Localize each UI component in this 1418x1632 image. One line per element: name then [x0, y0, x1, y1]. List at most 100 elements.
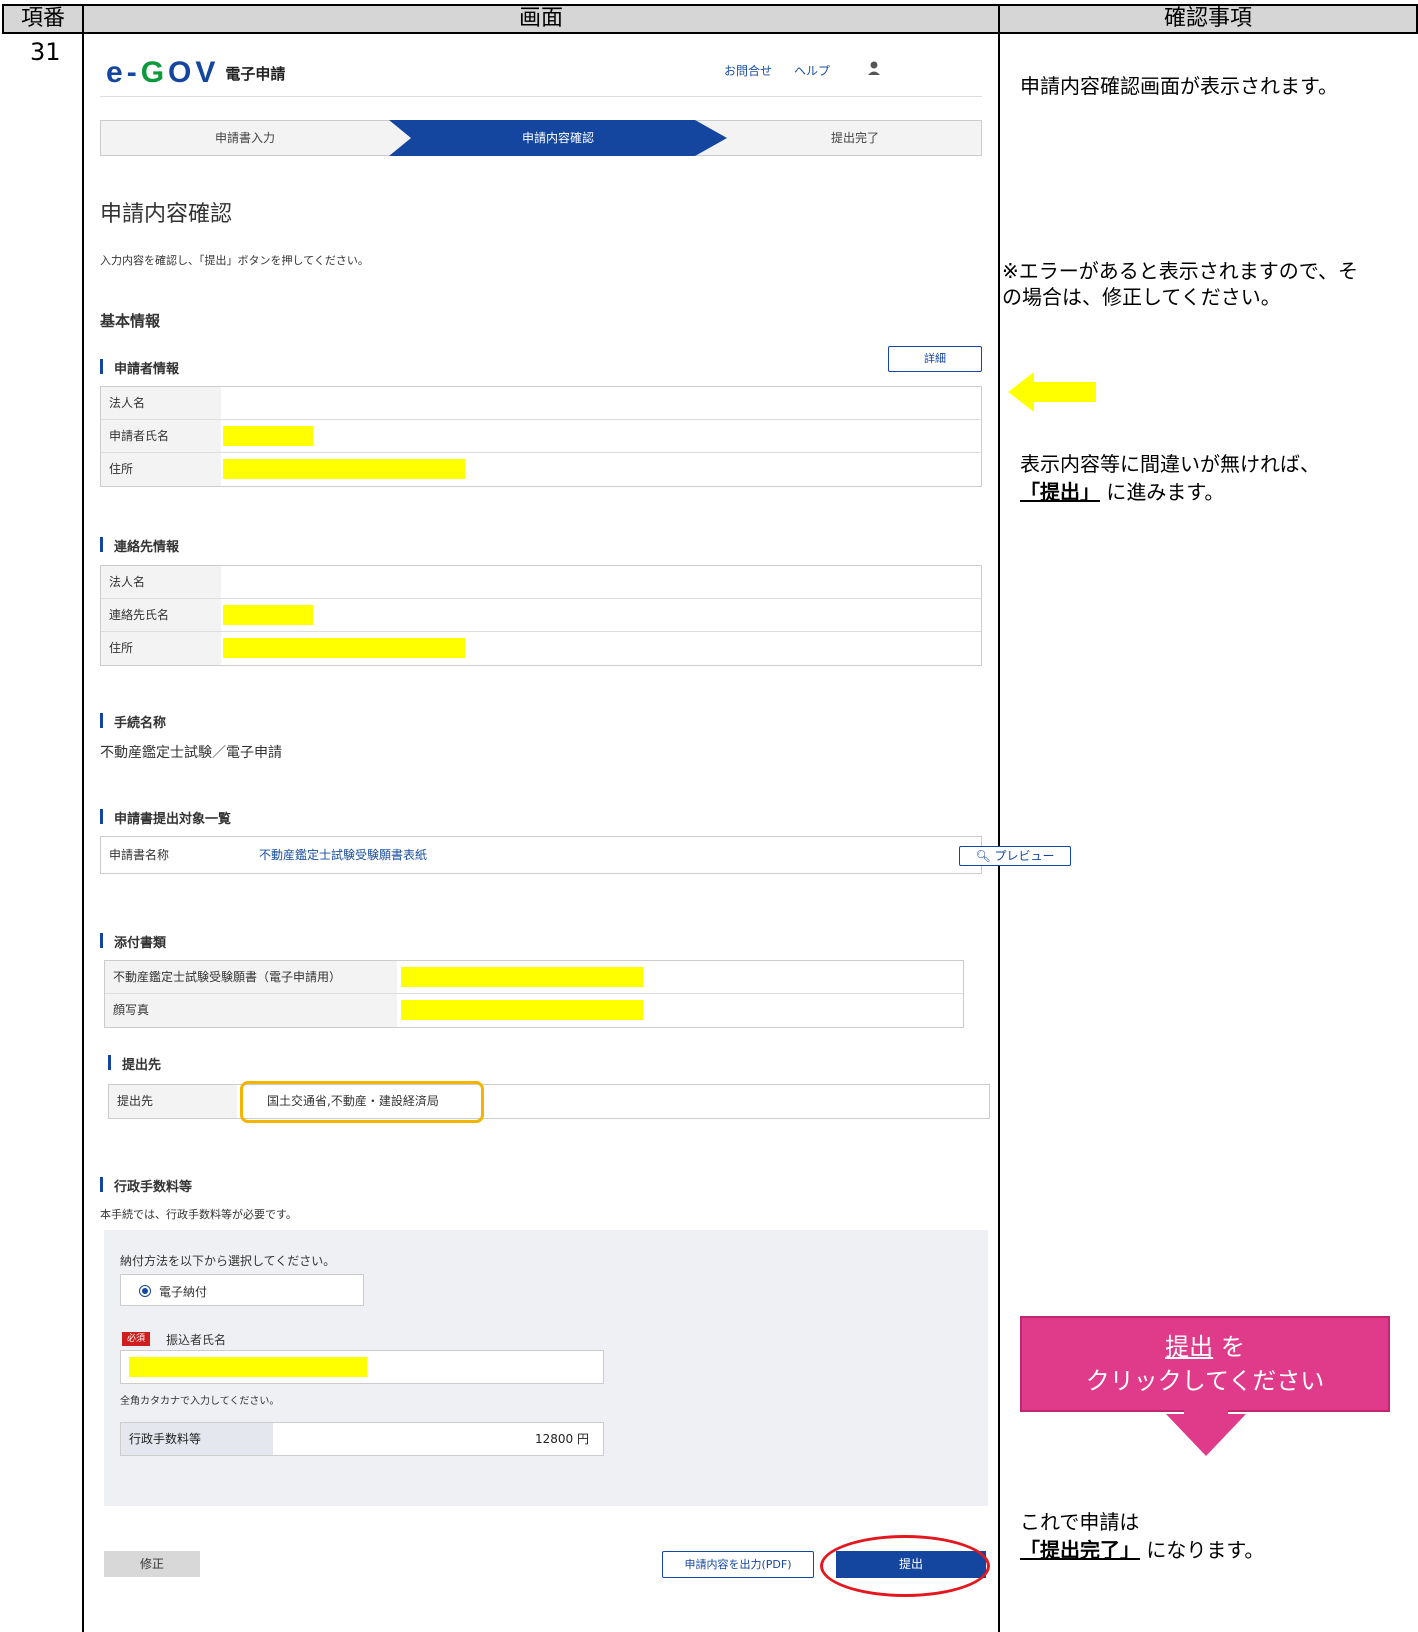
table-row: 連絡先氏名	[101, 599, 981, 632]
document-link[interactable]: 不動産鑑定士試験受験願書表紙	[259, 837, 427, 873]
row-label: 法人名	[101, 566, 221, 598]
highlight-frame	[240, 1081, 484, 1123]
progress-steps: 申請書入力 申請内容確認 提出完了	[100, 120, 982, 156]
note-complete-line1: これで申請は	[1020, 1510, 1140, 1534]
row-label: 顔写真	[105, 994, 397, 1027]
note-complete-rest: になります。	[1140, 1538, 1265, 1562]
preview-label: プレビュー	[994, 849, 1055, 863]
step-complete: 提出完了	[830, 131, 879, 145]
fees-panel: 納付方法を以下から選択してください。 電子納付 必須 振込者氏名 全角カタカナで…	[104, 1230, 988, 1506]
lead-text: 入力内容を確認し、「提出」ボタンを押してください。	[100, 254, 369, 267]
yellow-arrow-icon	[1008, 372, 1096, 412]
row-label: 住所	[101, 632, 221, 665]
header-divider	[100, 96, 982, 97]
row-number: 31	[30, 38, 61, 66]
header-item-number: 項番	[2, 4, 84, 34]
payer-name-input[interactable]	[120, 1350, 604, 1384]
header-screen: 画面	[82, 4, 1000, 34]
note-error: ※エラーがあると表示されますので、そ の場合は、修正してください。	[1002, 258, 1358, 310]
fee-label: 行政手数料等	[121, 1423, 273, 1455]
payment-method-label: 電子納付	[159, 1285, 208, 1299]
nav-contact[interactable]: お問合せ	[724, 62, 772, 79]
row-label: 住所	[101, 453, 221, 486]
table-row: 顔写真	[105, 994, 963, 1027]
detail-button[interactable]: 詳細	[888, 346, 982, 372]
preview-button[interactable]: 🔍︎ プレビュー	[959, 846, 1071, 866]
note-error-line2: の場合は、修正してください。	[1002, 285, 1281, 309]
callout-line2: クリックしてください	[1085, 1367, 1325, 1395]
callout-suffix: を	[1220, 1333, 1245, 1361]
method-prompt: 納付方法を以下から選択してください。	[120, 1254, 336, 1268]
application-list-table: 申請書名称 不動産鑑定士試験受験願書表紙 🔍︎ プレビュー	[100, 836, 1071, 874]
note-proceed-rest: に進みます。	[1100, 480, 1225, 504]
table-row: 法人名	[101, 387, 981, 420]
required-badge: 必須	[122, 1332, 150, 1346]
application-list-heading: 申請書提出対象一覧	[100, 808, 231, 827]
table-row: 法人名	[101, 566, 981, 599]
payer-hint: 全角カタカナで入力してください。	[120, 1396, 280, 1407]
applicant-table: 法人名 申請者氏名 住所	[100, 386, 982, 487]
preview-icon: 🔍︎	[975, 849, 991, 863]
note-proceed-line1: 表示内容等に間違いが無ければ、	[1020, 452, 1320, 476]
attachments-heading: 添付書類	[100, 932, 166, 951]
redacted-value	[223, 605, 313, 625]
fix-button[interactable]: 修正	[104, 1551, 200, 1577]
table-row: 不動産鑑定士試験受験願書（電子申請用）	[105, 961, 963, 994]
fees-note: 本手続では、行政手数料等が必要です。	[100, 1208, 297, 1221]
contact-table: 法人名 連絡先氏名 住所	[100, 565, 982, 666]
procedure-heading: 手続名称	[100, 712, 166, 731]
note-proceed-bold: 「提出」	[1020, 480, 1100, 504]
column-divider	[998, 32, 1000, 1632]
payment-method-option[interactable]: 電子納付	[120, 1274, 364, 1306]
row-label: 申請書名称	[109, 848, 170, 862]
submit-highlight-ellipse	[820, 1535, 990, 1597]
note-proceed: 表示内容等に間違いが無ければ、 「提出」 に進みます。	[1020, 450, 1320, 506]
row-label: 申請者氏名	[101, 420, 221, 452]
redacted-value	[129, 1357, 367, 1377]
basic-info-heading: 基本情報	[100, 312, 161, 330]
contact-heading: 連絡先情報	[100, 536, 179, 555]
step-input: 申請書入力	[214, 131, 275, 145]
table-row: 住所	[101, 632, 981, 665]
note-complete: これで申請は 「提出完了」 になります。	[1020, 1508, 1264, 1564]
nav-help[interactable]: ヘルプ	[794, 62, 830, 79]
step-confirm: 申請内容確認	[521, 131, 594, 145]
procedure-name: 不動産鑑定士試験／電子申請	[100, 745, 282, 761]
user-icon[interactable]	[866, 60, 882, 78]
header-check-items: 確認事項	[998, 4, 1418, 34]
destination-heading: 提出先	[108, 1054, 161, 1073]
note-screen-shown: 申請内容確認画面が表示されます。	[1020, 74, 1338, 98]
redacted-value	[223, 426, 313, 446]
table-row: 住所	[101, 453, 981, 486]
row-label: 提出先	[109, 1085, 237, 1118]
fee-value: 12800 円	[535, 1432, 589, 1446]
note-proceed-line2: 「提出」 に進みます。	[1020, 478, 1320, 506]
applicant-heading: 申請者情報	[100, 358, 179, 377]
payer-label: 振込者氏名	[166, 1333, 227, 1347]
redacted-value	[401, 967, 643, 987]
fee-amount: 行政手数料等 12800 円	[120, 1422, 604, 1456]
redacted-value	[223, 459, 465, 479]
note-error-line1: ※エラーがあると表示されますので、そ	[1002, 259, 1358, 283]
radio-selected-icon[interactable]	[139, 1285, 151, 1297]
row-label: 法人名	[101, 387, 221, 419]
down-arrow-icon	[1166, 1408, 1246, 1456]
callout-line1: 提出 を	[1022, 1330, 1388, 1364]
redacted-value	[223, 638, 465, 658]
export-pdf-button[interactable]: 申請内容を出力(PDF)	[662, 1551, 814, 1578]
note-complete-bold: 「提出完了」	[1020, 1538, 1140, 1562]
fees-heading: 行政手数料等	[100, 1176, 192, 1195]
row-label: 不動産鑑定士試験受験願書（電子申請用）	[105, 961, 397, 993]
table-row: 申請者氏名	[101, 420, 981, 453]
logo-subtitle: 電子申請	[225, 64, 286, 83]
egov-logo-mark: e-GOV	[106, 56, 220, 89]
redacted-value	[401, 1000, 643, 1020]
note-complete-line2: 「提出完了」 になります。	[1020, 1536, 1264, 1564]
egov-logo[interactable]: e-GOV 電子申請	[106, 56, 285, 90]
attachments-table: 不動産鑑定士試験受験願書（電子申請用） 顔写真	[104, 960, 964, 1028]
row-label: 連絡先氏名	[101, 599, 221, 631]
click-callout: 提出 を クリックしてください	[1020, 1316, 1390, 1412]
column-divider	[82, 32, 84, 1632]
page-title: 申請内容確認	[100, 202, 233, 227]
callout-link: 提出	[1165, 1333, 1214, 1361]
